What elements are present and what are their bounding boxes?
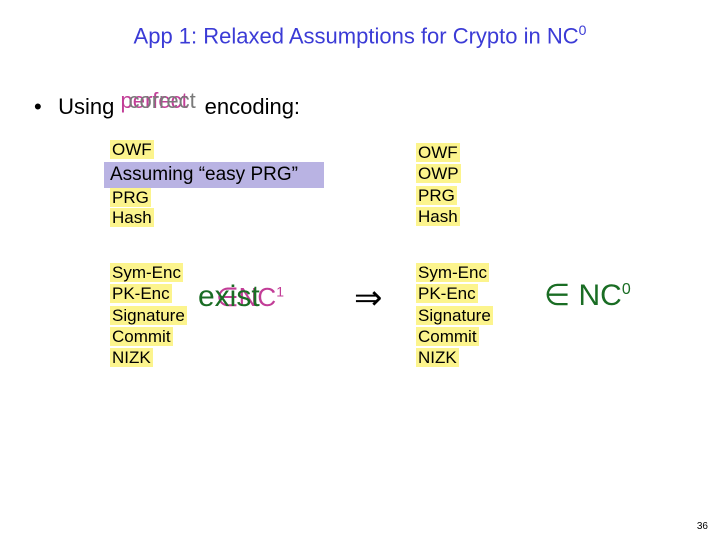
title-text: App 1: Relaxed Assumptions for Crypto in…: [134, 23, 579, 48]
exist-overlay: ∈NC1 exist: [216, 282, 326, 322]
encoding-word-overlay: perfect correct: [121, 88, 199, 114]
br-l3: Signature: [416, 306, 493, 325]
title-sup: 0: [579, 22, 587, 38]
hash-label: Hash: [110, 208, 154, 227]
br-l2: PK-Enc: [416, 284, 478, 303]
bullet-line: • Using perfect correct encoding:: [34, 88, 300, 120]
bl-l2: PK-Enc: [110, 284, 172, 303]
tr-l4: Hash: [416, 207, 460, 226]
bottom-left-block: Sym-Enc PK-Enc Signature Commit NIZK: [110, 262, 187, 368]
page-number: 36: [697, 521, 708, 532]
br-l4: Commit: [416, 327, 479, 346]
bl-l4: Commit: [110, 327, 173, 346]
top-right-block: OWF OWP PRG Hash: [416, 142, 461, 227]
bottom-right-block: Sym-Enc PK-Enc Signature Commit NIZK: [416, 262, 493, 368]
tr-l2: OWP: [416, 164, 461, 183]
slide: App 1: Relaxed Assumptions for Crypto in…: [0, 0, 720, 540]
br-l5: NIZK: [416, 348, 459, 367]
bullet-dot: •: [34, 94, 52, 120]
bl-l1: Sym-Enc: [110, 263, 183, 282]
top-left-block: OWF Assuming “easy PRG” PRG Hash: [110, 140, 322, 160]
in-nc1-sup: 1: [276, 283, 284, 299]
implies-arrow: ⇒: [354, 278, 383, 318]
in-nc0-sup: 0: [622, 281, 631, 298]
br-l1: Sym-Enc: [416, 263, 489, 282]
in-nc0: ∈ NC0: [544, 278, 631, 313]
owf-label: OWF: [110, 140, 154, 159]
slide-title: App 1: Relaxed Assumptions for Crypto in…: [0, 22, 720, 49]
word-correct: correct: [129, 88, 196, 114]
bl-l5: NIZK: [110, 348, 153, 367]
assuming-banner: Assuming “easy PRG”: [104, 162, 324, 188]
in-nc0-text: ∈ NC: [544, 279, 622, 312]
exist-text: exist: [198, 280, 260, 314]
bullet-using: Using: [58, 94, 114, 119]
bl-l3: Signature: [110, 306, 187, 325]
prg-label: PRG: [110, 188, 151, 207]
bullet-encoding: encoding:: [205, 94, 300, 119]
tr-l1: OWF: [416, 143, 460, 162]
tr-l3: PRG: [416, 186, 457, 205]
